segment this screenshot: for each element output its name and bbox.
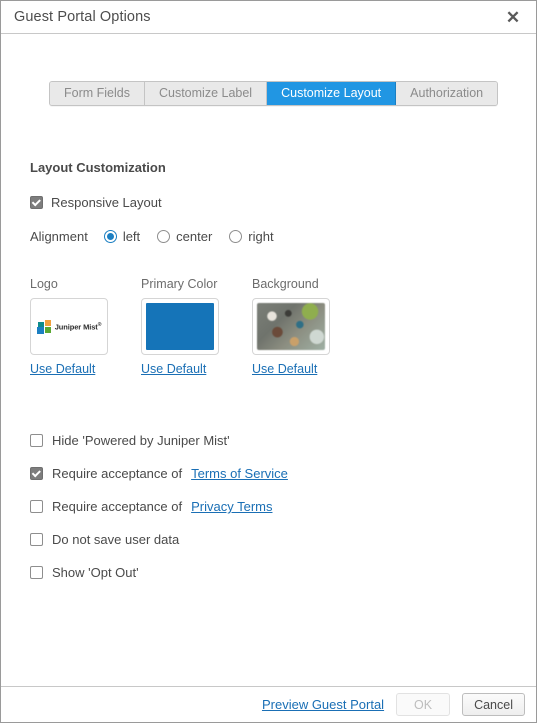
responsive-layout-row[interactable]: Responsive Layout bbox=[30, 195, 162, 210]
option-require-privacy-terms[interactable]: Require acceptance of Privacy Terms bbox=[30, 490, 288, 523]
do-not-save-user-data-label: Do not save user data bbox=[52, 532, 180, 547]
show-opt-out-label: Show 'Opt Out' bbox=[52, 565, 139, 580]
require-privacy-terms-checkbox[interactable] bbox=[30, 500, 43, 513]
primary-color-preview-box[interactable] bbox=[141, 298, 219, 355]
radio-center[interactable] bbox=[157, 230, 171, 243]
option-show-opt-out[interactable]: Show 'Opt Out' bbox=[30, 556, 288, 589]
tab-customize-layout[interactable]: Customize Layout bbox=[267, 82, 397, 105]
asset-primary-color-label: Primary Color bbox=[141, 277, 218, 291]
asset-logo: Logo Juniper Mist® Use Default bbox=[30, 277, 108, 378]
close-icon[interactable]: ✕ bbox=[500, 4, 526, 30]
asset-background-label: Background bbox=[252, 277, 319, 291]
juniper-mist-mark-icon bbox=[36, 319, 52, 334]
dialog-body: Form Fields Customize Label Customize La… bbox=[1, 34, 536, 686]
require-terms-of-service-checkbox[interactable] bbox=[30, 467, 43, 480]
asset-logo-label: Logo bbox=[30, 277, 58, 291]
radio-center-label: center bbox=[176, 229, 213, 244]
show-opt-out-checkbox[interactable] bbox=[30, 566, 43, 579]
hide-powered-by-checkbox[interactable] bbox=[30, 434, 43, 447]
asset-primary-color: Primary Color Use Default bbox=[141, 277, 219, 378]
radio-right-label: right bbox=[248, 229, 274, 244]
alignment-row: Alignment left center right bbox=[30, 229, 291, 244]
asset-pickers: Logo Juniper Mist® Use Default Primary C… bbox=[30, 277, 330, 378]
primary-color-swatch[interactable] bbox=[146, 303, 214, 350]
section-title: Layout Customization bbox=[30, 160, 166, 175]
guest-portal-options-dialog: Guest Portal Options ✕ Form Fields Custo… bbox=[0, 0, 537, 723]
radio-left[interactable] bbox=[103, 230, 117, 243]
tab-bar: Form Fields Customize Label Customize La… bbox=[49, 81, 499, 106]
background-thumbnail-image bbox=[257, 303, 325, 350]
option-require-terms-of-service[interactable]: Require acceptance of Terms of Service bbox=[30, 457, 288, 490]
logo-preview-box[interactable]: Juniper Mist® bbox=[30, 298, 108, 355]
alignment-option-center[interactable]: center bbox=[157, 229, 212, 244]
alignment-option-left[interactable]: left bbox=[103, 229, 141, 244]
tab-authorization[interactable]: Authorization bbox=[396, 82, 498, 105]
logo-use-default-link[interactable]: Use Default bbox=[30, 362, 95, 376]
require-privacy-terms-label: Require acceptance of bbox=[52, 499, 183, 514]
privacy-terms-link[interactable]: Privacy Terms bbox=[191, 499, 272, 514]
radio-left-label: left bbox=[122, 229, 141, 244]
juniper-mist-logo-icon: Juniper Mist® bbox=[36, 319, 102, 334]
require-terms-of-service-label: Require acceptance of bbox=[52, 466, 183, 481]
dialog-title: Guest Portal Options bbox=[14, 9, 151, 25]
responsive-layout-checkbox[interactable] bbox=[30, 196, 43, 209]
alignment-label: Alignment bbox=[30, 229, 88, 244]
dialog-footer: Preview Guest Portal OK Cancel bbox=[1, 686, 536, 722]
radio-right[interactable] bbox=[229, 230, 243, 243]
preview-guest-portal-link[interactable]: Preview Guest Portal bbox=[262, 697, 384, 712]
options-list: Hide 'Powered by Juniper Mist' Require a… bbox=[30, 424, 288, 589]
tab-customize-label[interactable]: Customize Label bbox=[144, 82, 268, 105]
option-hide-powered-by[interactable]: Hide 'Powered by Juniper Mist' bbox=[30, 424, 288, 457]
terms-of-service-link[interactable]: Terms of Service bbox=[191, 466, 288, 481]
do-not-save-user-data-checkbox[interactable] bbox=[30, 533, 43, 546]
dialog-titlebar: Guest Portal Options ✕ bbox=[1, 1, 536, 34]
ok-button[interactable]: OK bbox=[396, 693, 451, 716]
cancel-button[interactable]: Cancel bbox=[462, 693, 525, 716]
logo-wordmark: Juniper Mist® bbox=[54, 321, 102, 332]
alignment-option-right[interactable]: right bbox=[229, 229, 274, 244]
responsive-layout-label: Responsive Layout bbox=[51, 195, 162, 210]
background-preview-box[interactable] bbox=[252, 298, 330, 355]
background-use-default-link[interactable]: Use Default bbox=[252, 362, 317, 376]
hide-powered-by-label: Hide 'Powered by Juniper Mist' bbox=[52, 433, 230, 448]
asset-background: Background Use Default bbox=[252, 277, 330, 378]
option-do-not-save-user-data[interactable]: Do not save user data bbox=[30, 523, 288, 556]
tab-form-fields[interactable]: Form Fields bbox=[50, 82, 145, 105]
primary-color-use-default-link[interactable]: Use Default bbox=[141, 362, 206, 376]
